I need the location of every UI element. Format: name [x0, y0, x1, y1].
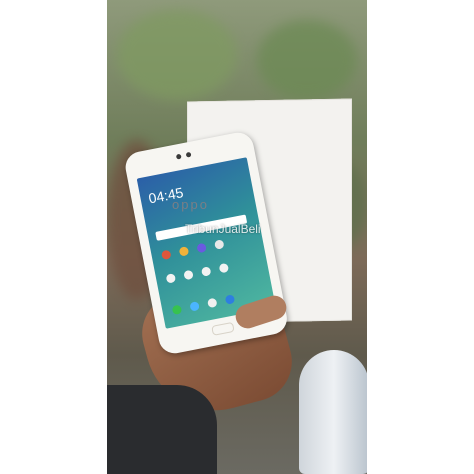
browser-app-icon	[224, 294, 236, 305]
jacket-sleeve	[107, 385, 217, 474]
background-foliage	[117, 10, 237, 100]
app-icon	[160, 249, 172, 261]
app-icon	[200, 266, 212, 277]
app-icon	[196, 242, 207, 254]
front-camera-icon	[185, 151, 192, 158]
app-icon	[213, 239, 225, 250]
background-pot	[299, 350, 367, 474]
messages-app-icon	[189, 301, 200, 312]
app-icon	[178, 246, 190, 257]
home-button	[211, 321, 235, 336]
box-brand-logo: oppo	[172, 197, 209, 212]
camera-app-icon	[207, 297, 218, 309]
site-watermark: TribunJualBeli	[185, 222, 261, 236]
app-icon	[218, 262, 230, 274]
app-icon	[183, 269, 194, 281]
app-icon	[165, 273, 177, 284]
background-foliage	[257, 20, 357, 100]
phone-app-icon	[171, 304, 183, 316]
product-photo: 04:45	[107, 0, 367, 474]
front-camera-icon	[175, 153, 182, 160]
